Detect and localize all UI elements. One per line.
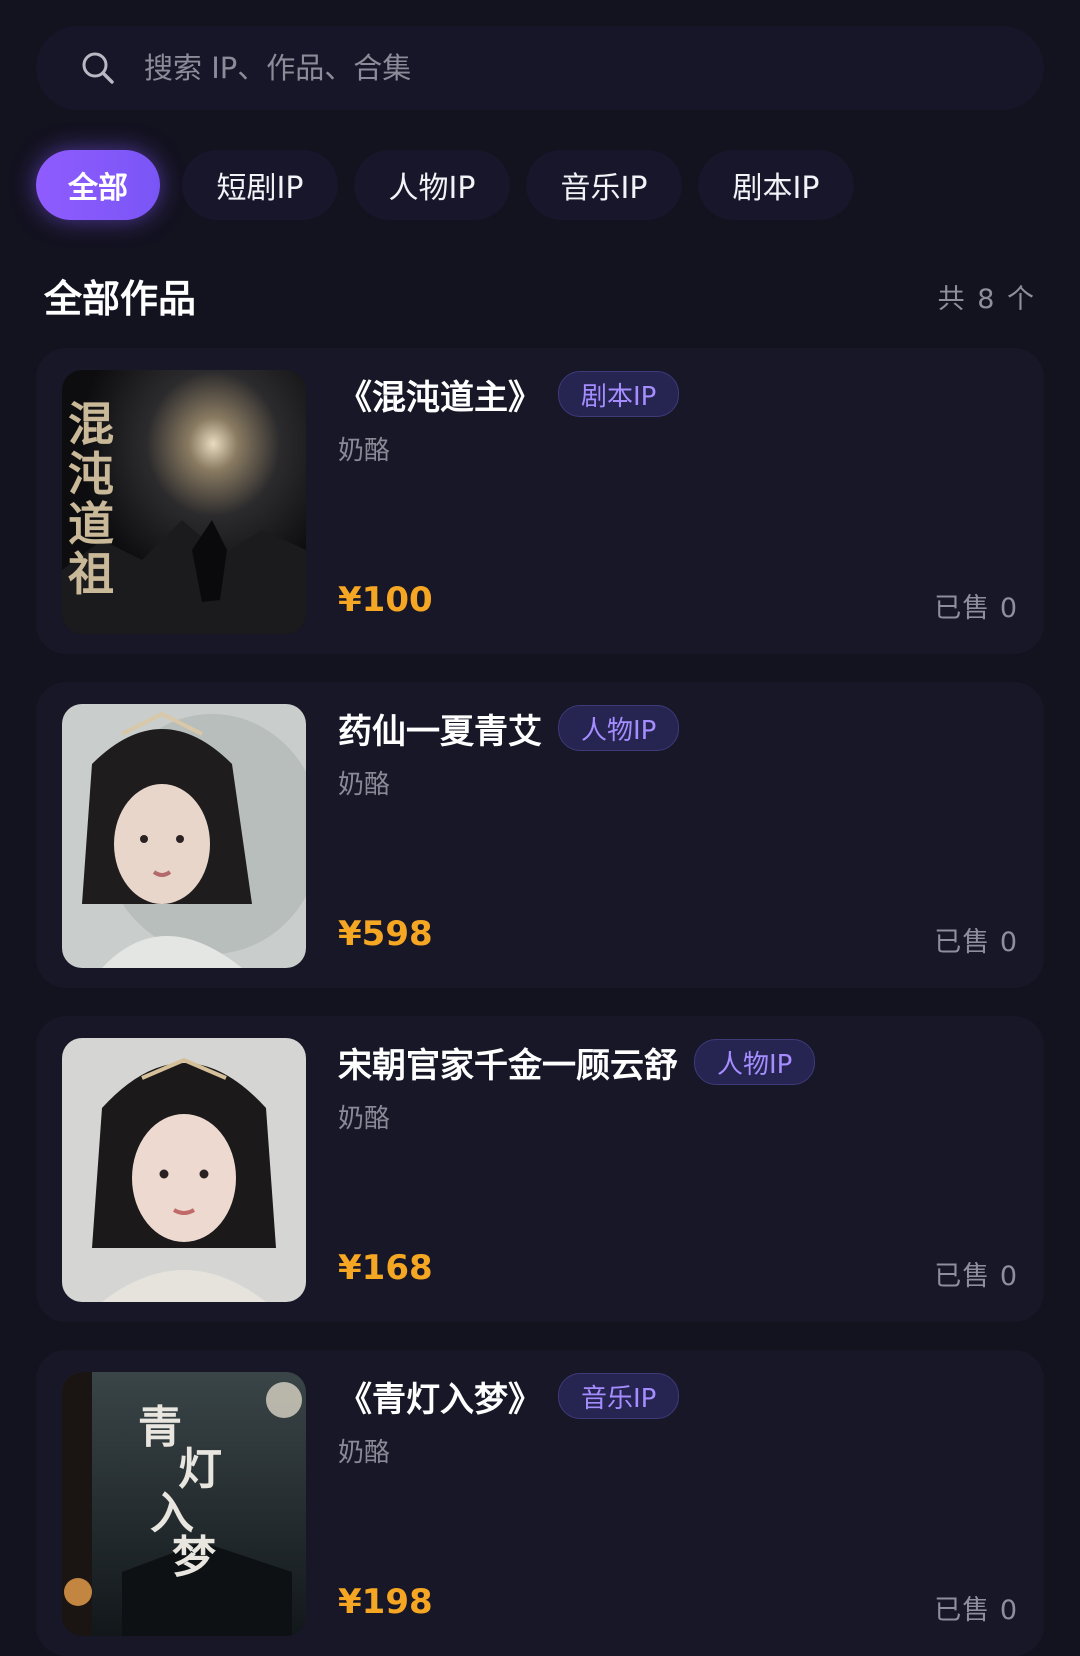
search-icon bbox=[82, 52, 114, 84]
work-tag: 音乐IP bbox=[558, 1373, 680, 1419]
work-cover-image: 青 灯 入 梦 bbox=[62, 1372, 306, 1636]
work-title-row: 《混沌道主》 剧本IP bbox=[338, 370, 680, 418]
work-price: ¥198 bbox=[338, 1582, 433, 1622]
category-tabs: 全部 短剧IP 人物IP 音乐IP 剧本IP bbox=[36, 150, 1044, 220]
work-author: 奶酪 bbox=[338, 436, 391, 466]
work-card[interactable]: 药仙一夏青艾 人物IP 奶酪 ¥598 已售 0 bbox=[36, 682, 1044, 988]
tab-script-ip[interactable]: 剧本IP bbox=[698, 150, 854, 220]
work-sold-count: 已售 0 bbox=[934, 1595, 1018, 1626]
work-sold-count: 已售 0 bbox=[934, 1261, 1018, 1292]
search-bar[interactable] bbox=[36, 26, 1044, 110]
work-card[interactable]: 宋朝官家千金一顾云舒 人物IP 奶酪 ¥168 已售 0 bbox=[36, 1016, 1044, 1322]
work-tag: 人物IP bbox=[694, 1039, 816, 1085]
work-title: 《混沌道主》 bbox=[338, 377, 542, 418]
work-cover-image bbox=[62, 1038, 306, 1302]
work-cover-image bbox=[62, 704, 306, 968]
work-price: ¥100 bbox=[338, 580, 433, 620]
svg-text:祖: 祖 bbox=[68, 547, 114, 601]
works-count: 共 8 个 bbox=[937, 284, 1036, 315]
svg-text:道: 道 bbox=[68, 497, 114, 551]
work-author: 奶酪 bbox=[338, 770, 391, 800]
work-cover-image: 混 沌 道 祖 bbox=[62, 370, 306, 634]
work-title: 《青灯入梦》 bbox=[338, 1379, 542, 1420]
tab-music-ip[interactable]: 音乐IP bbox=[526, 150, 682, 220]
work-sold-count: 已售 0 bbox=[934, 593, 1018, 624]
tab-all[interactable]: 全部 bbox=[36, 150, 160, 220]
cover-calligraphy: 混 bbox=[68, 397, 114, 451]
work-author: 奶酪 bbox=[338, 1438, 391, 1468]
work-author: 奶酪 bbox=[338, 1104, 391, 1134]
work-tag: 人物IP bbox=[558, 705, 680, 751]
tab-short-drama-ip[interactable]: 短剧IP bbox=[182, 150, 338, 220]
work-card[interactable]: 混 沌 道 祖 《混沌道主》 剧本IP 奶酪 ¥100 已售 0 bbox=[36, 348, 1044, 654]
work-price: ¥598 bbox=[338, 914, 433, 954]
work-sold-count: 已售 0 bbox=[934, 927, 1018, 958]
tab-character-ip[interactable]: 人物IP bbox=[354, 150, 510, 220]
svg-text:梦: 梦 bbox=[172, 1532, 216, 1583]
svg-text:青: 青 bbox=[138, 1402, 182, 1453]
work-card[interactable]: 青 灯 入 梦 《青灯入梦》 音乐IP 奶酪 ¥198 已售 0 bbox=[36, 1350, 1044, 1656]
work-title: 宋朝官家千金一顾云舒 bbox=[338, 1045, 678, 1086]
work-title-row: 宋朝官家千金一顾云舒 人物IP bbox=[338, 1038, 816, 1086]
section-title: 全部作品 bbox=[44, 277, 197, 321]
work-title-row: 药仙一夏青艾 人物IP bbox=[338, 704, 680, 752]
work-title: 药仙一夏青艾 bbox=[338, 711, 542, 752]
work-price: ¥168 bbox=[338, 1248, 433, 1288]
search-input[interactable] bbox=[144, 40, 1004, 96]
work-tag: 剧本IP bbox=[558, 371, 680, 417]
work-title-row: 《青灯入梦》 音乐IP bbox=[338, 1372, 680, 1420]
svg-text:沌: 沌 bbox=[68, 447, 114, 501]
